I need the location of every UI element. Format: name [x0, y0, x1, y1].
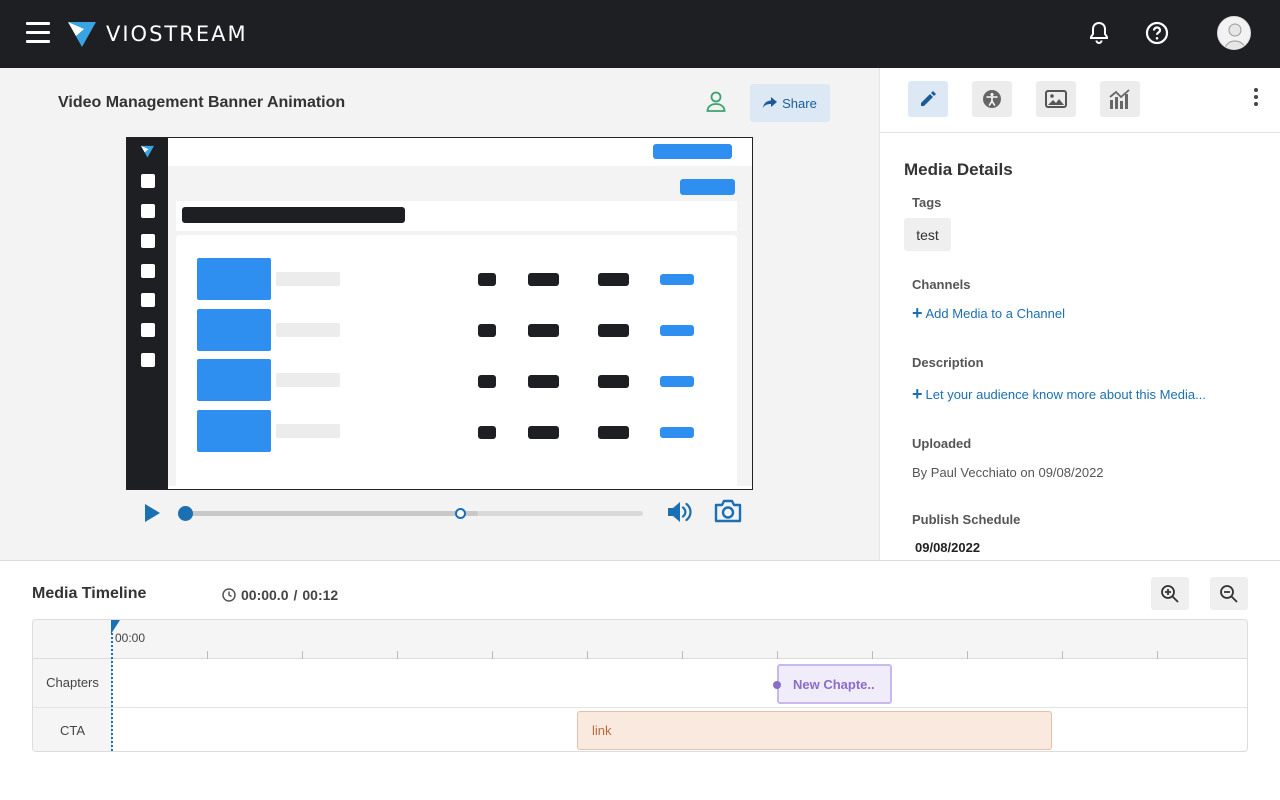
user-icon[interactable] [704, 89, 728, 113]
zoom-in-button[interactable] [1151, 577, 1189, 610]
edit-tab[interactable] [908, 81, 948, 117]
brand-name: VIOSTREAM [106, 22, 248, 46]
tag-chip[interactable]: test [904, 218, 951, 251]
menu-icon[interactable] [26, 22, 50, 44]
progress-handle[interactable] [178, 506, 193, 521]
volume-icon[interactable] [666, 499, 694, 530]
logo-icon [68, 22, 96, 47]
details-panel: Media Details Tags test Channels + Add M… [879, 68, 1280, 561]
media-title: Video Management Banner Animation [58, 94, 346, 111]
pencil-icon [921, 91, 936, 106]
cta-row-label: CTA [59, 723, 86, 738]
timeline-ruler[interactable]: 00:00 [33, 620, 1247, 659]
timeline-time: 00:00.0 / 00:12 [222, 587, 338, 603]
timeline-row-labels: Chapters CTA [33, 659, 112, 751]
tags-label: Tags [912, 195, 942, 210]
share-label: Share [782, 95, 817, 111]
channels-label: Channels [912, 277, 971, 292]
media-details-heading: Media Details [904, 160, 1013, 179]
camera-icon[interactable] [713, 498, 743, 529]
timeline-track[interactable]: 00:00 Chapters CTA New Chapte.. link [32, 619, 1248, 752]
play-icon[interactable] [144, 504, 160, 527]
chapter-label: New Chapte.. [793, 676, 875, 692]
analytics-icon [1109, 89, 1130, 109]
duration: 00:12 [302, 587, 339, 603]
add-description-label: Let your audience know more about this M… [925, 387, 1206, 402]
row-divider [33, 707, 1247, 708]
share-icon [763, 97, 778, 108]
help-icon[interactable] [1143, 19, 1171, 47]
accessibility-icon [983, 90, 1001, 108]
avatar[interactable] [1217, 16, 1251, 50]
uploaded-text: By Paul Vecchiato on 09/08/2022 [912, 465, 1104, 480]
image-icon [1045, 90, 1067, 108]
video-frame-sidebar [127, 138, 168, 489]
buffered-bar [185, 511, 479, 516]
current-time: 00:00.0 [241, 587, 289, 603]
panel-tabs [880, 68, 1280, 133]
time-separator: / [293, 587, 298, 603]
top-bar: VIOSTREAM [0, 0, 1280, 68]
accessibility-tab[interactable] [972, 81, 1012, 117]
chapter-handle[interactable] [773, 681, 781, 689]
add-description-link[interactable]: + Let your audience know more about this… [912, 384, 1206, 404]
publish-schedule-label: Publish Schedule [912, 512, 1021, 527]
add-channel-link[interactable]: + Add Media to a Channel [912, 303, 1065, 323]
cta-label: link [592, 723, 612, 738]
cta-block[interactable]: link [577, 711, 1052, 750]
zoom-in-icon [1161, 584, 1179, 603]
more-options-icon[interactable] [1251, 88, 1261, 110]
video-player[interactable] [126, 137, 753, 490]
bell-icon[interactable] [1085, 19, 1113, 47]
description-label: Description [912, 355, 984, 370]
zoom-out-button[interactable] [1210, 577, 1248, 610]
chapters-row-label: Chapters [46, 675, 99, 690]
chapter-block[interactable]: New Chapte.. [773, 664, 892, 704]
plus-icon: + [912, 303, 923, 323]
playhead-line[interactable] [111, 626, 113, 751]
thumbnail-tab[interactable] [1036, 81, 1076, 117]
plus-icon: + [912, 384, 923, 404]
uploaded-label: Uploaded [912, 436, 972, 451]
timeline-divider [0, 560, 1280, 561]
media-preview-area: Video Management Banner Animation Share [0, 68, 879, 561]
share-button[interactable]: Share [750, 84, 830, 122]
analytics-tab[interactable] [1100, 81, 1140, 117]
timeline-title: Media Timeline [32, 585, 147, 602]
progress-marker [455, 508, 467, 519]
progress-bar[interactable] [178, 506, 643, 521]
clock-icon [222, 588, 236, 602]
video-frame-logo-icon [140, 145, 154, 158]
publish-date[interactable]: 09/08/2022 [915, 540, 980, 555]
viostream-logo[interactable]: VIOSTREAM [66, 20, 248, 48]
playhead-handle[interactable] [111, 620, 120, 634]
zoom-out-icon [1220, 584, 1238, 603]
player-controls [126, 496, 753, 530]
add-channel-label: Add Media to a Channel [925, 306, 1065, 321]
